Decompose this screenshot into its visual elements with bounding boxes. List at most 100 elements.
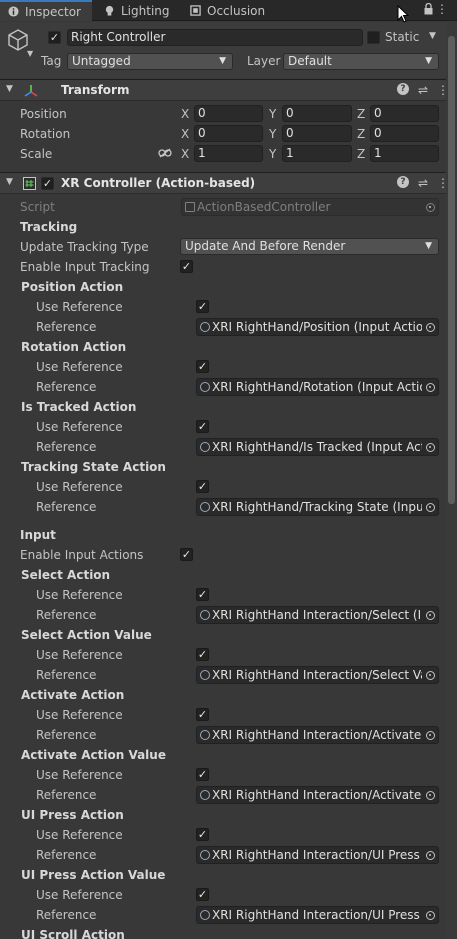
layer-dropdown[interactable]: Default ▼ — [283, 53, 439, 70]
is-tracked-action-title[interactable]: Is Tracked Action — [21, 400, 136, 414]
object-picker-icon[interactable] — [422, 499, 438, 515]
tab-occlusion[interactable]: Occlusion — [182, 0, 273, 21]
position-z-field[interactable]: 0 — [370, 105, 439, 122]
axis-z-label[interactable]: Z — [357, 107, 365, 121]
tag-dropdown[interactable]: Untagged ▼ — [67, 53, 233, 70]
transform-header[interactable]: ▼ Transform ? ⇌ ⋮ — [0, 79, 457, 101]
position-x-field[interactable]: 0 — [194, 105, 263, 122]
ui-press-action-reference-field[interactable]: XRI RightHand Interaction/UI Press (Ir — [196, 846, 439, 864]
object-picker-icon[interactable] — [422, 847, 438, 863]
xr-controller-header[interactable]: ▼ ✓ XR Controller (Action-based) ? ⇌ ⋮ — [0, 172, 457, 194]
object-picker-icon[interactable] — [422, 607, 438, 623]
help-icon[interactable]: ? — [396, 83, 409, 95]
scrollbar-thumb[interactable] — [448, 36, 455, 504]
reference-value: XRI RightHand Interaction/UI Press (Ir — [212, 848, 437, 862]
use-reference-checkbox[interactable]: ✓ — [196, 300, 209, 313]
axis-x-label[interactable]: X — [181, 127, 189, 141]
help-icon[interactable]: ? — [396, 176, 409, 188]
object-picker-icon[interactable] — [422, 319, 438, 335]
script-value: ActionBasedController — [197, 200, 331, 214]
transform-title: Transform — [61, 83, 130, 97]
enable-input-actions-checkbox[interactable]: ✓ — [180, 548, 193, 561]
select-action-value-reference-field[interactable]: XRI RightHand Interaction/Select Valu — [196, 666, 439, 684]
foldout-arrow-icon[interactable]: ▼ — [6, 84, 13, 94]
select-action-value-title[interactable]: Select Action Value — [21, 628, 152, 642]
object-picker-icon[interactable] — [422, 439, 438, 455]
icon-dropdown-arrow[interactable]: ▼ — [27, 49, 33, 58]
use-reference-checkbox[interactable]: ✓ — [196, 768, 209, 781]
ui-scroll-action-title[interactable]: UI Scroll Action — [21, 928, 125, 939]
rotation-z-field[interactable]: 0 — [370, 125, 439, 142]
position-action-title[interactable]: Position Action — [21, 280, 123, 294]
axis-x-label[interactable]: X — [181, 147, 189, 161]
tab-bar: Inspector Lighting Occlusion ⋮ — [0, 0, 457, 21]
object-picker-icon[interactable] — [422, 787, 438, 803]
activate-action-value-title[interactable]: Activate Action Value — [21, 748, 166, 762]
use-reference-checkbox[interactable]: ✓ — [196, 588, 209, 601]
rotation-y-field[interactable]: 0 — [282, 125, 352, 142]
axis-z-label[interactable]: Z — [357, 147, 365, 161]
scale-y-field[interactable]: 1 — [282, 145, 352, 162]
constrain-proportions-link-icon[interactable] — [158, 148, 172, 158]
select-action-reference-field[interactable]: XRI RightHand Interaction/Select (Inp — [196, 606, 439, 624]
foldout-arrow-icon[interactable]: ▼ — [6, 177, 13, 187]
static-dropdown-arrow[interactable]: ▼ — [429, 31, 436, 41]
tab-inspector[interactable]: Inspector — [0, 0, 92, 21]
object-picker-icon[interactable] — [422, 907, 438, 923]
reference-label: Reference — [36, 500, 97, 514]
gameobject-active-toggle[interactable]: ✓ — [48, 31, 61, 44]
input-header: Input — [20, 528, 56, 542]
static-toggle[interactable] — [367, 31, 380, 44]
object-picker-icon[interactable] — [422, 379, 438, 395]
object-picker-icon[interactable] — [422, 667, 438, 683]
object-picker-icon[interactable] — [422, 727, 438, 743]
axis-z-label[interactable]: Z — [357, 127, 365, 141]
use-reference-checkbox[interactable]: ✓ — [196, 480, 209, 493]
vertical-scrollbar[interactable] — [446, 22, 457, 939]
position-action-reference-field[interactable]: XRI RightHand/Position (Input Action I — [196, 318, 439, 336]
reference-value: XRI RightHand/Tracking State (Input A — [212, 500, 439, 514]
ui-press-action-title[interactable]: UI Press Action — [21, 808, 124, 822]
enable-input-tracking-checkbox[interactable]: ✓ — [180, 260, 193, 273]
static-label: Static — [385, 30, 420, 44]
component-enabled-toggle[interactable]: ✓ — [41, 177, 54, 190]
axis-y-label[interactable]: Y — [269, 107, 276, 121]
tracking-state-action-title[interactable]: Tracking State Action — [21, 460, 166, 474]
scale-x-field[interactable]: 1 — [194, 145, 263, 162]
position-y-field[interactable]: 0 — [282, 105, 352, 122]
rotation-action-reference-field[interactable]: XRI RightHand/Rotation (Input Action — [196, 378, 439, 396]
use-reference-checkbox[interactable]: ✓ — [196, 360, 209, 373]
use-reference-checkbox[interactable]: ✓ — [196, 708, 209, 721]
ui-press-action-value-reference-field[interactable]: XRI RightHand Interaction/UI Press Va — [196, 906, 439, 924]
preset-sliders-icon[interactable]: ⇌ — [418, 176, 428, 190]
use-reference-checkbox[interactable]: ✓ — [196, 420, 209, 433]
gameobject-cube-icon[interactable] — [8, 29, 28, 51]
reference-label: Reference — [36, 608, 97, 622]
gameobject-name-field[interactable]: Right Controller — [67, 29, 363, 46]
scale-z-field[interactable]: 1 — [370, 145, 439, 162]
select-action-title[interactable]: Select Action — [21, 568, 110, 582]
chevron-down-icon: ▼ — [219, 56, 226, 66]
activate-action-reference-field[interactable]: XRI RightHand Interaction/Activate (Ir — [196, 726, 439, 744]
axis-y-label[interactable]: Y — [269, 147, 276, 161]
rotation-x-field[interactable]: 0 — [194, 125, 263, 142]
tab-lighting-label: Lighting — [121, 3, 170, 18]
activate-action-value-reference-field[interactable]: XRI RightHand Interaction/Activate Va — [196, 786, 439, 804]
rotation-action-title[interactable]: Rotation Action — [21, 340, 126, 354]
ui-press-action-value-title[interactable]: UI Press Action Value — [21, 868, 165, 882]
tracking-state-action-reference-field[interactable]: XRI RightHand/Tracking State (Input A — [196, 498, 439, 516]
layer-label: Layer — [247, 54, 281, 68]
tab-lighting[interactable]: Lighting — [96, 0, 178, 21]
lock-icon[interactable] — [424, 3, 433, 15]
kebab-menu-icon[interactable]: ⋮ — [436, 3, 448, 15]
use-reference-checkbox[interactable]: ✓ — [196, 828, 209, 841]
use-reference-checkbox[interactable]: ✓ — [196, 888, 209, 901]
preset-sliders-icon[interactable]: ⇌ — [418, 83, 428, 97]
axis-x-label[interactable]: X — [181, 107, 189, 121]
update-tracking-type-dropdown[interactable]: Update And Before Render ▼ — [180, 238, 439, 255]
tag-value: Untagged — [72, 54, 131, 68]
activate-action-title[interactable]: Activate Action — [21, 688, 124, 702]
axis-y-label[interactable]: Y — [269, 127, 276, 141]
use-reference-checkbox[interactable]: ✓ — [196, 648, 209, 661]
is-tracked-action-reference-field[interactable]: XRI RightHand/Is Tracked (Input Actic — [196, 438, 439, 456]
